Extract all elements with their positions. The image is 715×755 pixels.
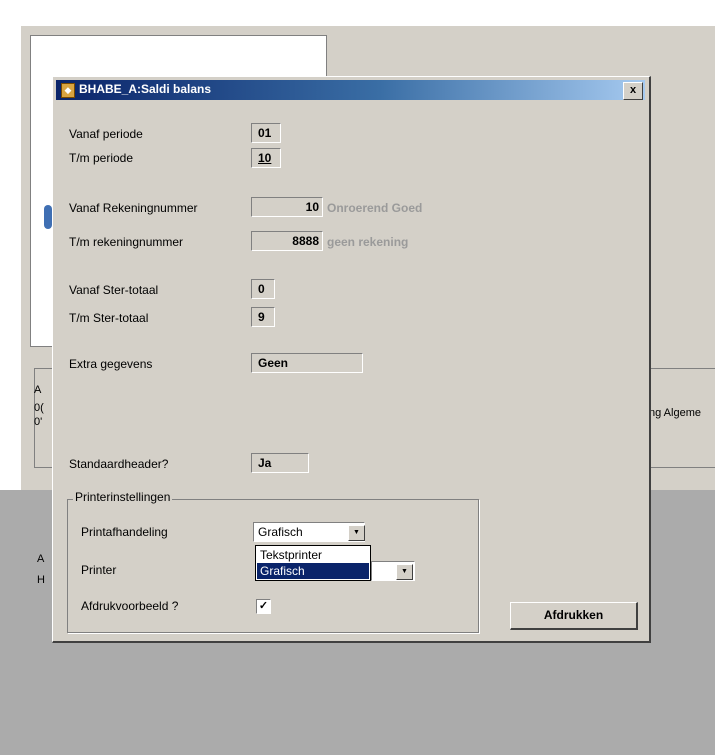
printafhandeling-value: Grafisch — [258, 525, 303, 539]
extra-gegevens-field[interactable]: Geen — [251, 353, 363, 373]
vanaf-rekening-description: Onroerend Goed — [327, 201, 423, 215]
saldi-balans-dialog: ◆ BHABE_A:Saldi balans x Vanaf periode 0… — [52, 76, 651, 643]
background-text: ng Algeme — [649, 407, 701, 419]
vanaf-rekeningnummer-field[interactable]: 10 — [251, 197, 323, 217]
title-bar[interactable]: ◆ BHABE_A:Saldi balans x — [56, 80, 645, 100]
tm-ster-totaal-label: T/m Ster-totaal — [69, 311, 149, 325]
afdrukvoorbeeld-checkbox[interactable]: ✓ — [256, 599, 271, 614]
printafhandeling-label: Printafhandeling — [81, 525, 168, 539]
close-button[interactable]: x — [623, 82, 643, 100]
vanaf-periode-label: Vanaf periode — [69, 127, 143, 141]
chevron-down-icon[interactable]: ▼ — [348, 525, 365, 541]
dropdown-option-tekstprinter[interactable]: Tekstprinter — [257, 547, 369, 563]
window-title: BHABE_A:Saldi balans — [79, 82, 212, 96]
tm-rekeningnummer-label: T/m rekeningnummer — [69, 235, 184, 249]
printer-label: Printer — [81, 563, 117, 577]
tm-rekeningnummer-field[interactable]: 8888 — [251, 231, 323, 251]
vanaf-rekeningnummer-label: Vanaf Rekeningnummer — [69, 201, 198, 215]
tm-periode-field[interactable]: 10 — [251, 148, 281, 168]
tm-ster-totaal-field[interactable]: 9 — [251, 307, 275, 327]
extra-gegevens-label: Extra gegevens — [69, 357, 153, 371]
standaardheader-label: Standaardheader? — [69, 457, 169, 471]
printafhandeling-dropdown-list: Tekstprinter Grafisch — [255, 545, 371, 581]
app-icon: ◆ — [61, 83, 75, 98]
printafhandeling-select[interactable]: Grafisch ▼ — [253, 522, 365, 542]
afdrukken-button[interactable]: Afdrukken — [510, 602, 638, 630]
background-text: H — [37, 574, 45, 586]
check-icon: ✓ — [258, 600, 269, 612]
printer-select[interactable]: ▼ — [371, 561, 415, 581]
tm-periode-label: T/m periode — [69, 151, 134, 165]
standaardheader-field[interactable]: Ja — [251, 453, 309, 473]
afdrukken-label: Afdrukken — [543, 608, 604, 622]
background-text: A — [37, 553, 45, 565]
background-text: 0( — [34, 402, 44, 414]
background-text: A — [34, 384, 42, 396]
afdrukvoorbeeld-label: Afdrukvoorbeeld ? — [81, 599, 179, 613]
background-text: 0' — [34, 416, 43, 428]
vanaf-periode-field[interactable]: 01 — [251, 123, 281, 143]
vanaf-ster-totaal-field[interactable]: 0 — [251, 279, 275, 299]
dropdown-option-grafisch[interactable]: Grafisch — [257, 563, 369, 579]
chevron-down-icon[interactable]: ▼ — [396, 564, 413, 580]
vanaf-ster-totaal-label: Vanaf Ster-totaal — [69, 283, 159, 297]
printer-settings-legend: Printerinstellingen — [73, 490, 173, 504]
tm-rekening-description: geen rekening — [327, 235, 409, 249]
background-logo-fragment — [44, 205, 52, 229]
